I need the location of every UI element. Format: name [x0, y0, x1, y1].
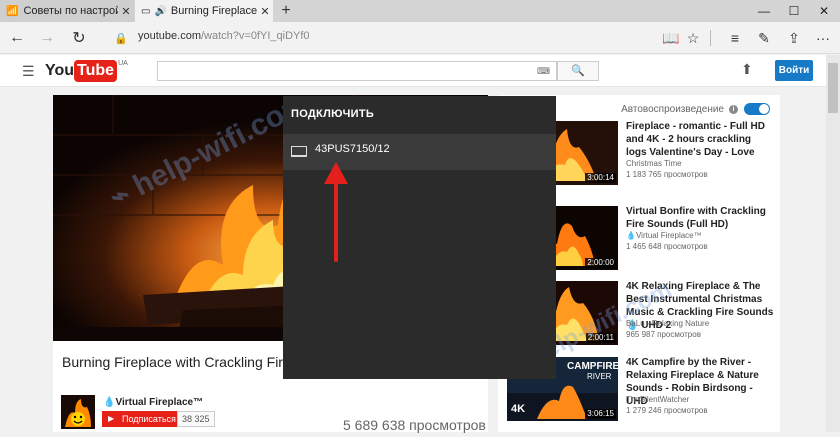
drop-icon: 💧	[103, 397, 116, 408]
autoplay-control: Автовоспроизведение i	[621, 103, 770, 115]
url-field[interactable]: youtube.com/watch?v=0fYI_qiDYf0	[138, 30, 310, 42]
autoplay-toggle[interactable]	[744, 103, 770, 115]
region-label: UA	[118, 60, 128, 67]
related-views: 1 279 246 просмотров	[626, 406, 708, 415]
search-input[interactable]: ⌨	[157, 61, 557, 81]
video-duration: 2:00:00	[585, 258, 616, 268]
tv-icon	[291, 146, 307, 157]
speaker-icon[interactable]: 🔊	[154, 6, 166, 17]
toolbar-divider	[710, 30, 711, 46]
close-tab-icon[interactable]: ✕	[257, 5, 273, 18]
hub-icon[interactable]: ≡	[724, 28, 746, 48]
favorite-star-icon[interactable]: ☆	[682, 28, 704, 48]
menu-icon[interactable]: ☰	[22, 63, 35, 80]
reading-view-icon[interactable]: 📖	[660, 28, 682, 48]
url-host: youtube.com	[138, 30, 201, 42]
refresh-icon[interactable]: ↻	[64, 22, 94, 54]
river-overlay: RIVER	[587, 372, 612, 381]
autoplay-label: Автовоспроизведение	[621, 103, 724, 115]
related-views: 965 987 просмотров	[626, 330, 701, 339]
channel-avatar[interactable]	[61, 395, 95, 429]
keyboard-icon[interactable]: ⌨	[537, 66, 550, 77]
search-button[interactable]: 🔍	[557, 61, 599, 81]
browser-tab-bar: 📶 Советы по настройке Wi-F ✕ ▭ 🔊 Burning…	[0, 0, 840, 22]
video-duration: 3:06:15	[585, 409, 616, 419]
related-channel[interactable]: TheSilentWatcher	[626, 395, 689, 404]
related-title[interactable]: Fireplace - romantic - Full HD and 4K - …	[626, 120, 774, 159]
close-tab-icon[interactable]: ✕	[118, 5, 134, 18]
tab-burning-fireplace[interactable]: ▭ 🔊 Burning Fireplace w ✕	[135, 0, 273, 22]
page-icon: ▭	[141, 5, 151, 17]
youtube-header: ☰ You Tube UA ⌨ 🔍 ⬆ Войти	[0, 55, 826, 87]
more-icon[interactable]: ···	[812, 28, 834, 48]
forward-icon[interactable]: →	[32, 22, 62, 54]
channel-name[interactable]: 💧Virtual Fireplace™	[103, 397, 203, 408]
related-title[interactable]: Virtual Bonfire with Crackling Fire Soun…	[626, 205, 774, 231]
search-icon: 🔍	[571, 65, 585, 77]
cast-heading: ПОДКЛЮЧИТЬ	[291, 108, 375, 120]
wifi-router-icon: 📶	[6, 5, 19, 17]
related-channel[interactable]: BaLu - Relaxing Nature	[626, 319, 709, 328]
minimize-button[interactable]: —	[750, 0, 778, 22]
youtube-logo[interactable]: You Tube UA	[45, 60, 128, 82]
subscribe-button[interactable]: Подписаться	[102, 411, 180, 427]
logo-tube: Tube	[74, 60, 118, 82]
info-icon[interactable]: i	[729, 104, 738, 114]
subscriber-count: 38 325	[177, 411, 215, 427]
url-path: /watch?v=0fYI_qiDYf0	[200, 30, 310, 42]
4k-badge: 4K	[511, 403, 526, 415]
new-tab-button[interactable]: +	[276, 0, 296, 22]
cast-device-name: 43PUS7150/12	[315, 143, 390, 155]
tab-wifi-tips[interactable]: 📶 Советы по настройке Wi-F ✕	[0, 0, 134, 22]
related-channel[interactable]: 💧Virtual Fireplace™	[626, 231, 702, 240]
login-button[interactable]: Войти	[775, 60, 813, 81]
video-duration: 3:00:14	[585, 173, 616, 183]
related-views: 1 465 648 просмотров	[626, 242, 708, 251]
logo-you: You	[45, 62, 75, 79]
lock-icon: 🔒	[114, 32, 128, 45]
window-close-button[interactable]: ✕	[810, 0, 838, 22]
tab-title: Burning Fireplace w	[170, 5, 257, 17]
upload-icon[interactable]: ⬆	[741, 61, 753, 78]
maximize-button[interactable]: ☐	[780, 0, 808, 22]
campfire-overlay: CAMPFIRE	[567, 361, 618, 372]
drop-icon: 💧	[626, 231, 636, 240]
view-count: 5 689 638 просмотров	[343, 417, 486, 433]
address-toolbar: ← → ↻ 🔒 youtube.com/watch?v=0fYI_qiDYf0 …	[0, 22, 840, 54]
related-channel-text: Virtual Fireplace™	[635, 231, 702, 240]
channel-name-text: Virtual Fireplace™	[115, 397, 204, 408]
channel-avatar-icon	[61, 395, 95, 429]
related-channel[interactable]: Christmas Time	[626, 159, 682, 168]
red-arrow-annotation	[324, 162, 348, 262]
scrollbar-thumb[interactable]	[828, 63, 838, 113]
back-icon[interactable]: ←	[2, 22, 32, 54]
share-icon[interactable]: ⇪	[783, 28, 805, 48]
web-note-icon[interactable]: ✎	[753, 28, 775, 48]
tab-title: Советы по настройке Wi-F	[23, 5, 118, 17]
page-scrollbar[interactable]	[826, 55, 840, 432]
related-views: 1 183 765 просмотров	[626, 170, 708, 179]
